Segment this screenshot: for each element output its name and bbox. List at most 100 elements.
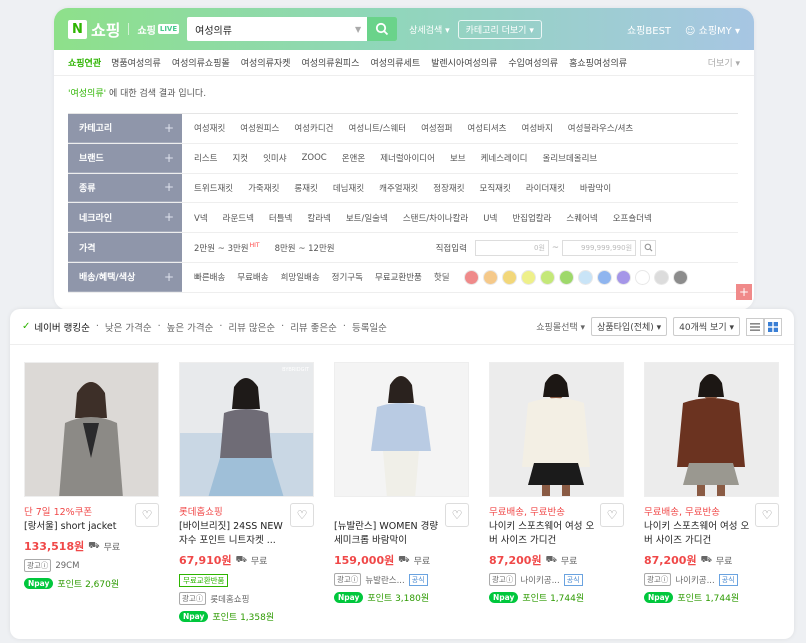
grid-view-button[interactable]	[764, 317, 782, 336]
category-more-button[interactable]: 카테고리 더보기 ▾	[457, 19, 542, 39]
product-title[interactable]: [바이브리짓] 24SS NEW 자수 포인트 니트자켓 ...	[179, 520, 291, 550]
filter-value[interactable]: 여성카디건	[294, 122, 333, 134]
filter-value[interactable]: 터틀넥	[269, 212, 292, 224]
related-item[interactable]: 여성의류세트	[370, 56, 420, 69]
product-image[interactable]	[644, 362, 779, 497]
filter-value[interactable]: 여성블라우스/셔츠	[568, 122, 633, 134]
filter-value[interactable]: 정장재킷	[433, 182, 464, 194]
sort-option[interactable]: 낮은 가격순	[105, 320, 152, 334]
wishlist-button[interactable]: ♡	[135, 503, 159, 527]
filter-value[interactable]: 지컷	[232, 152, 248, 164]
ad-badge[interactable]: 광고ⓘ	[489, 573, 517, 586]
filter-value[interactable]: 빠른배송	[194, 271, 225, 283]
filter-value[interactable]: 여성원피스	[240, 122, 279, 134]
color-swatch[interactable]	[501, 269, 517, 285]
ad-badge[interactable]: 광고ⓘ	[24, 559, 52, 572]
filter-value[interactable]: 보브	[450, 152, 466, 164]
product-title[interactable]: 나이키 스포츠웨어 여성 오버 사이즈 가디건	[644, 520, 756, 550]
filter-value[interactable]: 가죽재킷	[248, 182, 279, 194]
ad-badge[interactable]: 광고ⓘ	[644, 573, 672, 586]
filter-value[interactable]: V넥	[194, 212, 208, 224]
color-swatch[interactable]	[520, 269, 536, 285]
filter-header[interactable]: 브랜드 +	[68, 143, 182, 173]
store-name[interactable]: 29CM	[55, 561, 79, 571]
product-image[interactable]	[24, 362, 159, 497]
count-select[interactable]: 40개씩 보기 ▾	[673, 317, 740, 336]
filter-value[interactable]: 무료교환반품	[375, 271, 422, 283]
price-range[interactable]: 2만원 ~ 3만원HIT	[194, 242, 260, 254]
detail-search-link[interactable]: 상세검색 ▾	[409, 23, 450, 36]
shopping-live-link[interactable]: 쇼핑 LIVE	[137, 22, 180, 37]
related-item[interactable]: 여성의류쇼핑몰	[172, 56, 230, 69]
color-swatch[interactable]	[596, 269, 612, 285]
expand-plus-button[interactable]: +	[736, 284, 752, 300]
filter-value[interactable]: 여성재킷	[194, 122, 225, 134]
color-swatch[interactable]	[482, 269, 498, 285]
search-button[interactable]	[367, 17, 398, 41]
price-min-input[interactable]: 0원	[474, 239, 549, 256]
filter-value[interactable]: U넥	[483, 212, 497, 224]
wishlist-button[interactable]: ♡	[755, 503, 779, 527]
related-more-button[interactable]: 더보기 ▾	[708, 56, 740, 69]
product-title[interactable]: [랑서울] short jacket	[24, 520, 136, 536]
related-item[interactable]: 홈쇼핑여성의류	[569, 56, 627, 69]
wishlist-button[interactable]: ♡	[445, 503, 469, 527]
filter-value[interactable]: 롱재킷	[294, 182, 317, 194]
filter-header[interactable]: 카테고리 +	[68, 114, 182, 143]
store-name[interactable]: 나이키공...	[520, 574, 559, 586]
shopping-my-link[interactable]: ☺ 쇼핑MY ▾	[685, 22, 740, 37]
store-name[interactable]: 뉴발란스...	[365, 574, 404, 586]
filter-value[interactable]: 여성티셔츠	[467, 122, 506, 134]
filter-value[interactable]: 무료배송	[237, 271, 268, 283]
color-swatch[interactable]	[539, 269, 555, 285]
filter-value[interactable]: 반집업칼라	[512, 212, 551, 224]
filter-value[interactable]: 데님재킷	[333, 182, 364, 194]
filter-value[interactable]: 여성니트/스웨터	[349, 122, 407, 134]
color-swatch[interactable]	[653, 269, 669, 285]
related-item[interactable]: 여성의류자켓	[241, 56, 291, 69]
sort-option[interactable]: 등록일순	[352, 320, 387, 334]
sort-option[interactable]: 높은 가격순	[167, 320, 214, 334]
search-dropdown-icon[interactable]: ▼	[349, 25, 367, 34]
sort-option[interactable]: 리뷰 좋은순	[290, 320, 337, 334]
color-swatch[interactable]	[615, 269, 631, 285]
filter-value[interactable]: 리스트	[194, 152, 217, 164]
color-swatch[interactable]	[577, 269, 593, 285]
sort-option[interactable]: 네이버 랭킹순	[34, 320, 89, 334]
filter-value[interactable]: 스탠드/차이나칼라	[403, 212, 468, 224]
mall-select[interactable]: 쇼핑몰선택 ▾	[536, 320, 585, 333]
search-input[interactable]	[187, 23, 349, 35]
store-name[interactable]: 롯데홈쇼핑	[210, 593, 249, 605]
filter-value[interactable]: 정기구독	[332, 271, 363, 283]
related-item[interactable]: 수입여성의류	[508, 56, 558, 69]
filter-header[interactable]: 종류 +	[68, 173, 182, 203]
filter-value[interactable]: 라운드넥	[223, 212, 254, 224]
filter-value[interactable]: 희망일배송	[281, 271, 320, 283]
price-range[interactable]: 8만원 ~ 12만원	[275, 242, 335, 254]
filter-value[interactable]: 잇미샤	[263, 152, 286, 164]
store-name[interactable]: 나이키공...	[675, 574, 714, 586]
product-title[interactable]: [뉴발란스] WOMEN 경량 세미크롭 바람막이	[334, 520, 446, 550]
filter-value[interactable]: 핫딜	[434, 271, 450, 283]
product-image[interactable]	[334, 362, 469, 497]
color-swatch[interactable]	[672, 269, 688, 285]
filter-value[interactable]: 오프숄더넥	[613, 212, 652, 224]
ad-badge[interactable]: 광고ⓘ	[334, 573, 362, 586]
product-image[interactable]	[489, 362, 624, 497]
wishlist-button[interactable]: ♡	[600, 503, 624, 527]
list-view-button[interactable]	[746, 317, 764, 336]
wishlist-button[interactable]: ♡	[290, 503, 314, 527]
filter-value[interactable]: 케네스레이디	[481, 152, 528, 164]
filter-value[interactable]: ZOOC	[302, 153, 327, 163]
filter-value[interactable]: 트위드재킷	[194, 182, 233, 194]
naver-shopping-logo[interactable]: N 쇼핑	[68, 17, 120, 41]
filter-value[interactable]: 스퀘어넥	[566, 212, 597, 224]
related-item[interactable]: 여성의류원피스	[301, 56, 359, 69]
related-item[interactable]: 발렌시아여성의류	[431, 56, 497, 69]
filter-value[interactable]: 라이더재킷	[526, 182, 565, 194]
product-title[interactable]: 나이키 스포츠웨어 여성 오버 사이즈 가디건	[489, 520, 601, 550]
filter-value[interactable]: 바람막이	[580, 182, 611, 194]
filter-value[interactable]: 칼라넥	[307, 212, 330, 224]
ad-badge[interactable]: 광고ⓘ	[179, 592, 207, 605]
color-swatch[interactable]	[463, 269, 479, 285]
